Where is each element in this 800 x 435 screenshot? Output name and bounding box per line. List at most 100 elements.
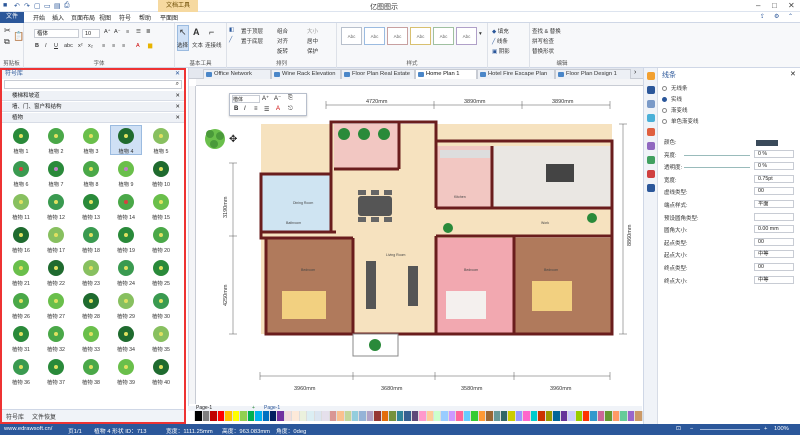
bring-front-button[interactable]: 置于顶层 <box>241 27 263 35</box>
help-panel-icon[interactable] <box>647 184 655 192</box>
search-icon[interactable]: ⌕ <box>176 81 179 88</box>
float-format-icon[interactable]: ⎘ <box>288 95 293 102</box>
palette-swatch[interactable] <box>523 411 531 421</box>
print-icon[interactable]: ⎙ <box>64 2 70 10</box>
style-more-icon[interactable]: ▾ <box>479 31 482 37</box>
library-category-walls[interactable]: 墙、门、窗户和结构 ✕ <box>2 102 184 112</box>
palette-swatch[interactable] <box>389 411 397 421</box>
line-tools-icon[interactable]: ╱ <box>229 37 232 43</box>
vertical-ruler[interactable] <box>189 86 196 404</box>
radio-no-line[interactable]: 无线条 <box>662 84 688 92</box>
copy-icon[interactable]: ⧉ <box>4 37 10 47</box>
plant-item[interactable]: 植物 20 <box>146 225 176 254</box>
palette-swatch[interactable] <box>322 411 330 421</box>
paste-icon[interactable]: 📋 <box>13 31 24 42</box>
menu-file[interactable]: 文件 <box>0 12 24 23</box>
palette-swatch[interactable] <box>255 411 263 421</box>
palette-swatch[interactable] <box>284 411 293 421</box>
property-field[interactable] <box>754 212 794 221</box>
palette-swatch[interactable] <box>411 411 420 421</box>
plant-item[interactable]: 植物 17 <box>41 225 71 254</box>
bold-icon[interactable]: B <box>35 43 39 49</box>
connector-button[interactable]: 连接线 <box>205 41 222 49</box>
palette-swatch[interactable] <box>195 411 203 421</box>
palette-swatch[interactable] <box>210 411 218 421</box>
palette-swatch[interactable] <box>471 411 479 421</box>
plant-item[interactable]: 植物 32 <box>41 324 71 353</box>
palette-swatch[interactable] <box>560 411 569 421</box>
palette-swatch[interactable] <box>344 411 352 421</box>
menu-insert[interactable]: 插入 <box>52 13 64 22</box>
spell-check-button[interactable]: 拼写检查 <box>532 37 554 45</box>
tabs-scroll-icon[interactable]: › <box>634 69 636 76</box>
float-link-icon[interactable]: ⎋ <box>288 106 293 113</box>
plant-item[interactable]: 植物 11 <box>6 192 36 221</box>
plant-item[interactable]: 植物 35 <box>146 324 176 353</box>
palette-swatch[interactable] <box>463 411 472 421</box>
palette-swatch[interactable] <box>620 411 628 421</box>
radio-mono-gradient-line[interactable]: 单色渐变线 <box>662 117 699 125</box>
plant-item[interactable]: 植物 18 <box>76 225 106 254</box>
plant-item[interactable]: 植物 16 <box>6 225 36 254</box>
style-swatch-6[interactable]: Abc <box>456 27 477 45</box>
palette-swatch[interactable] <box>269 411 278 421</box>
menu-help[interactable]: 帮助 <box>139 13 151 22</box>
plant-item[interactable]: 植物 12 <box>41 192 71 221</box>
plant-item[interactable]: 植物 38 <box>76 357 106 386</box>
image-panel-icon[interactable] <box>647 114 655 122</box>
fill-panel-icon[interactable] <box>647 72 655 80</box>
tab-wine-rack[interactable]: Wine Rack Elevation <box>271 69 341 79</box>
float-italic-icon[interactable]: I <box>244 106 246 112</box>
plant-item[interactable]: 植物 24 <box>111 258 141 287</box>
shadow-button[interactable]: ▣ 阴影 <box>492 47 510 55</box>
plant-item[interactable]: 植物 2 <box>41 126 71 155</box>
plant-item[interactable]: 植物 1 <box>6 126 36 155</box>
plant-item[interactable]: 植物 26 <box>6 291 36 320</box>
palette-swatch[interactable] <box>575 411 584 421</box>
plant-item[interactable]: 植物 3 <box>76 126 106 155</box>
palette-swatch[interactable] <box>217 411 226 421</box>
line-color-swatch[interactable] <box>756 140 778 146</box>
palette-swatch[interactable] <box>262 411 270 421</box>
palette-swatch[interactable] <box>448 411 457 421</box>
palette-swatch[interactable] <box>583 411 591 421</box>
text-button[interactable]: 文本 <box>192 41 203 49</box>
plant-item[interactable]: 植物 15 <box>146 192 176 221</box>
send-back-button[interactable]: 置于底层 <box>241 37 263 45</box>
palette-swatch[interactable] <box>478 411 487 421</box>
property-field[interactable]: 中等 <box>754 275 794 284</box>
property-field[interactable]: 平面 <box>754 200 794 208</box>
library-search-input[interactable]: ⌕ <box>4 80 182 89</box>
style-swatch-4[interactable]: Abc <box>410 27 431 45</box>
tab-home-plan-1[interactable]: Home Plan 1 <box>415 69 477 79</box>
text-align-icon[interactable]: ≣ <box>146 29 151 35</box>
palette-swatch[interactable] <box>635 411 643 421</box>
style-swatch-2[interactable]: Abc <box>364 27 385 45</box>
palette-swatch[interactable] <box>433 411 442 421</box>
palette-swatch[interactable] <box>329 411 338 421</box>
plant-item[interactable]: 植物 21 <box>6 258 36 287</box>
menu-floor-plan[interactable]: 平面图 <box>160 13 178 22</box>
tab-office-network[interactable]: Office Network <box>203 69 271 79</box>
category-close-icon[interactable]: ✕ <box>175 91 180 101</box>
palette-swatch[interactable] <box>441 411 449 421</box>
new-icon[interactable]: ▢ <box>34 2 41 10</box>
font-color-icon[interactable]: A <box>136 43 140 49</box>
library-category-plants[interactable]: 植物 ✕ <box>2 113 184 123</box>
line-button[interactable]: ╱ 线条 <box>492 37 508 45</box>
plant-item[interactable]: 植物 8 <box>76 159 106 188</box>
layers-panel-icon[interactable] <box>647 128 655 136</box>
palette-swatch[interactable] <box>508 411 516 421</box>
font-shrink-icon[interactable]: A⁻ <box>114 29 121 35</box>
plant-item[interactable]: 植物 34 <box>111 324 141 353</box>
zoom-in-icon[interactable]: + <box>764 426 767 432</box>
note-panel-icon[interactable] <box>647 170 655 178</box>
palette-swatch[interactable] <box>225 411 233 421</box>
line-spacing-icon[interactable]: ≡ <box>126 29 129 35</box>
plant-item[interactable]: 植物 10 <box>146 159 176 188</box>
plant-item[interactable]: 植物 6 <box>6 159 36 188</box>
highlight-icon[interactable]: ▆ <box>148 43 152 49</box>
text-tool-icon[interactable]: A <box>193 27 200 37</box>
underline-icon[interactable]: U <box>54 43 58 49</box>
palette-swatch[interactable] <box>366 411 375 421</box>
